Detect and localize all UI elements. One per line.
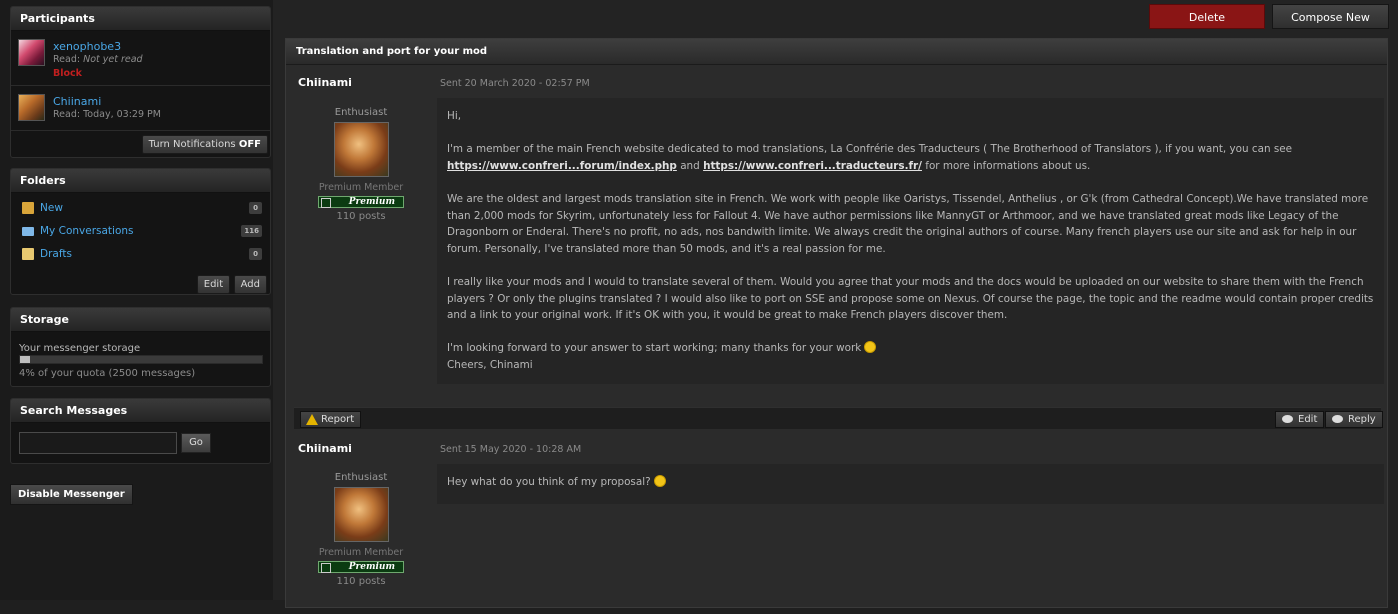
storage-progress-fill — [20, 356, 30, 363]
search-go-button[interactable]: Go — [181, 433, 211, 453]
reply-button[interactable]: Reply — [1325, 411, 1383, 428]
message-footer: Report Edit Reply — [294, 407, 1383, 429]
avatar[interactable] — [333, 487, 389, 542]
site-link[interactable]: https://www.confreri...traducteurs.fr/ — [703, 160, 922, 172]
post-count: 110 posts — [336, 211, 386, 222]
folder-label[interactable]: New — [40, 202, 63, 214]
draft-icon — [22, 248, 34, 260]
folder-count-badge: 0 — [249, 202, 262, 214]
disable-messenger-button[interactable]: Disable Messenger — [10, 484, 133, 505]
speech-bubble-icon — [1332, 415, 1343, 423]
post-count: 110 posts — [336, 576, 386, 587]
storage-panel: Storage Your messenger storage 4% of you… — [10, 307, 271, 387]
message-paragraph: I'm a member of the main French website … — [447, 143, 1293, 172]
participant-read-status: Read: Not yet read — [53, 54, 143, 65]
edit-button[interactable]: Edit — [1275, 411, 1325, 428]
search-title: Search Messages — [11, 399, 270, 423]
message-paragraph: I'm looking forward to your answer to st… — [447, 340, 1374, 357]
storage-progress-bar — [19, 355, 263, 364]
participant-read-status: Read: Today, 03:29 PM — [53, 109, 161, 120]
message-timestamp: Sent 20 March 2020 - 02:57 PM — [440, 78, 590, 89]
participant-name[interactable]: xenophobe3 — [53, 40, 121, 53]
compose-new-button[interactable]: Compose New — [1272, 4, 1389, 29]
member-rank: Premium Member — [318, 547, 404, 558]
participant-chiinami: Chiinami Read: Today, 03:29 PM — [11, 86, 270, 131]
participants-title: Participants — [11, 7, 270, 31]
user-info: Enthusiast Premium Member Premium 110 po… — [296, 107, 426, 222]
forum-link[interactable]: https://www.confreri...forum/index.php — [447, 160, 677, 172]
storage-label: Your messenger storage — [19, 343, 141, 354]
folder-item-my-conversations[interactable]: My Conversations 116 — [11, 220, 270, 243]
folder-actions: Edit Add — [196, 275, 267, 294]
conversation-panel: Translation and port for your mod Chiina… — [285, 38, 1388, 608]
block-link[interactable]: Block — [53, 68, 82, 79]
folder-count-badge: 0 — [249, 248, 262, 260]
user-title: Enthusiast — [334, 107, 388, 118]
search-input[interactable] — [19, 432, 177, 454]
avatar[interactable] — [18, 94, 45, 121]
search-panel: Search Messages Go — [10, 398, 271, 464]
avatar[interactable] — [18, 39, 45, 66]
message-2: Chiinami Sent 15 May 2020 - 10:28 AM Ent… — [286, 434, 1387, 614]
conversation-title: Translation and port for your mod — [286, 39, 1387, 65]
sidebar: Participants xenophobe3 Read: Not yet re… — [0, 0, 273, 600]
message-body: Hi, I'm a member of the main French webs… — [437, 98, 1384, 384]
delete-button[interactable]: Delete — [1149, 4, 1265, 29]
storage-quota-text: 4% of your quota (2500 messages) — [19, 368, 196, 379]
folders-title: Folders — [11, 169, 270, 193]
message-author[interactable]: Chiinami — [298, 442, 352, 455]
message-paragraph: Hey what do you think of my proposal? — [447, 474, 1374, 491]
folders-panel: Folders New 0 My Conversations 116 Draft… — [10, 168, 271, 295]
storage-title: Storage — [11, 308, 270, 332]
message-body: Hey what do you think of my proposal? — [437, 464, 1384, 504]
member-rank: Premium Member — [318, 182, 404, 193]
user-title: Enthusiast — [334, 472, 388, 483]
smile-emoji-icon — [653, 475, 666, 487]
avatar[interactable] — [333, 122, 389, 177]
report-button[interactable]: Report — [300, 411, 362, 428]
message-paragraph: Hi, — [447, 110, 462, 122]
participants-panel: Participants xenophobe3 Read: Not yet re… — [10, 6, 271, 158]
folder-label[interactable]: My Conversations — [40, 225, 134, 237]
message-1: Chiinami Sent 20 March 2020 - 02:57 PM E… — [286, 66, 1387, 434]
message-timestamp: Sent 15 May 2020 - 10:28 AM — [440, 444, 582, 455]
turn-notifications-button[interactable]: Turn Notifications OFF — [141, 135, 268, 154]
folder-icon — [22, 202, 34, 214]
user-info: Enthusiast Premium Member Premium 110 po… — [296, 472, 426, 587]
folder-item-new[interactable]: New 0 — [11, 197, 270, 220]
participant-xenophobe3: xenophobe3 Read: Not yet read Block — [11, 31, 270, 86]
wink-emoji-icon — [864, 341, 877, 354]
envelope-icon — [22, 227, 34, 236]
participant-name[interactable]: Chiinami — [53, 95, 101, 108]
edit-folders-button[interactable]: Edit — [196, 275, 231, 294]
message-signoff: Cheers, Chinami — [447, 358, 533, 371]
premium-badge: Premium — [318, 561, 404, 573]
folder-label[interactable]: Drafts — [40, 248, 72, 260]
add-folder-button[interactable]: Add — [233, 275, 267, 294]
premium-badge: Premium — [318, 196, 404, 208]
message-author[interactable]: Chiinami — [298, 76, 352, 89]
speech-bubble-icon — [1282, 415, 1293, 423]
warning-icon — [306, 414, 318, 425]
folder-item-drafts[interactable]: Drafts 0 — [11, 243, 270, 266]
message-paragraph: I really like your mods and I would to t… — [447, 275, 1374, 322]
message-paragraph: We are the oldest and largest mods trans… — [447, 192, 1369, 255]
notifications-toggle-wrap: Turn Notifications OFF — [141, 135, 268, 154]
folder-count-badge: 116 — [241, 225, 262, 237]
main-content: Delete Compose New Translation and port … — [273, 0, 1398, 608]
